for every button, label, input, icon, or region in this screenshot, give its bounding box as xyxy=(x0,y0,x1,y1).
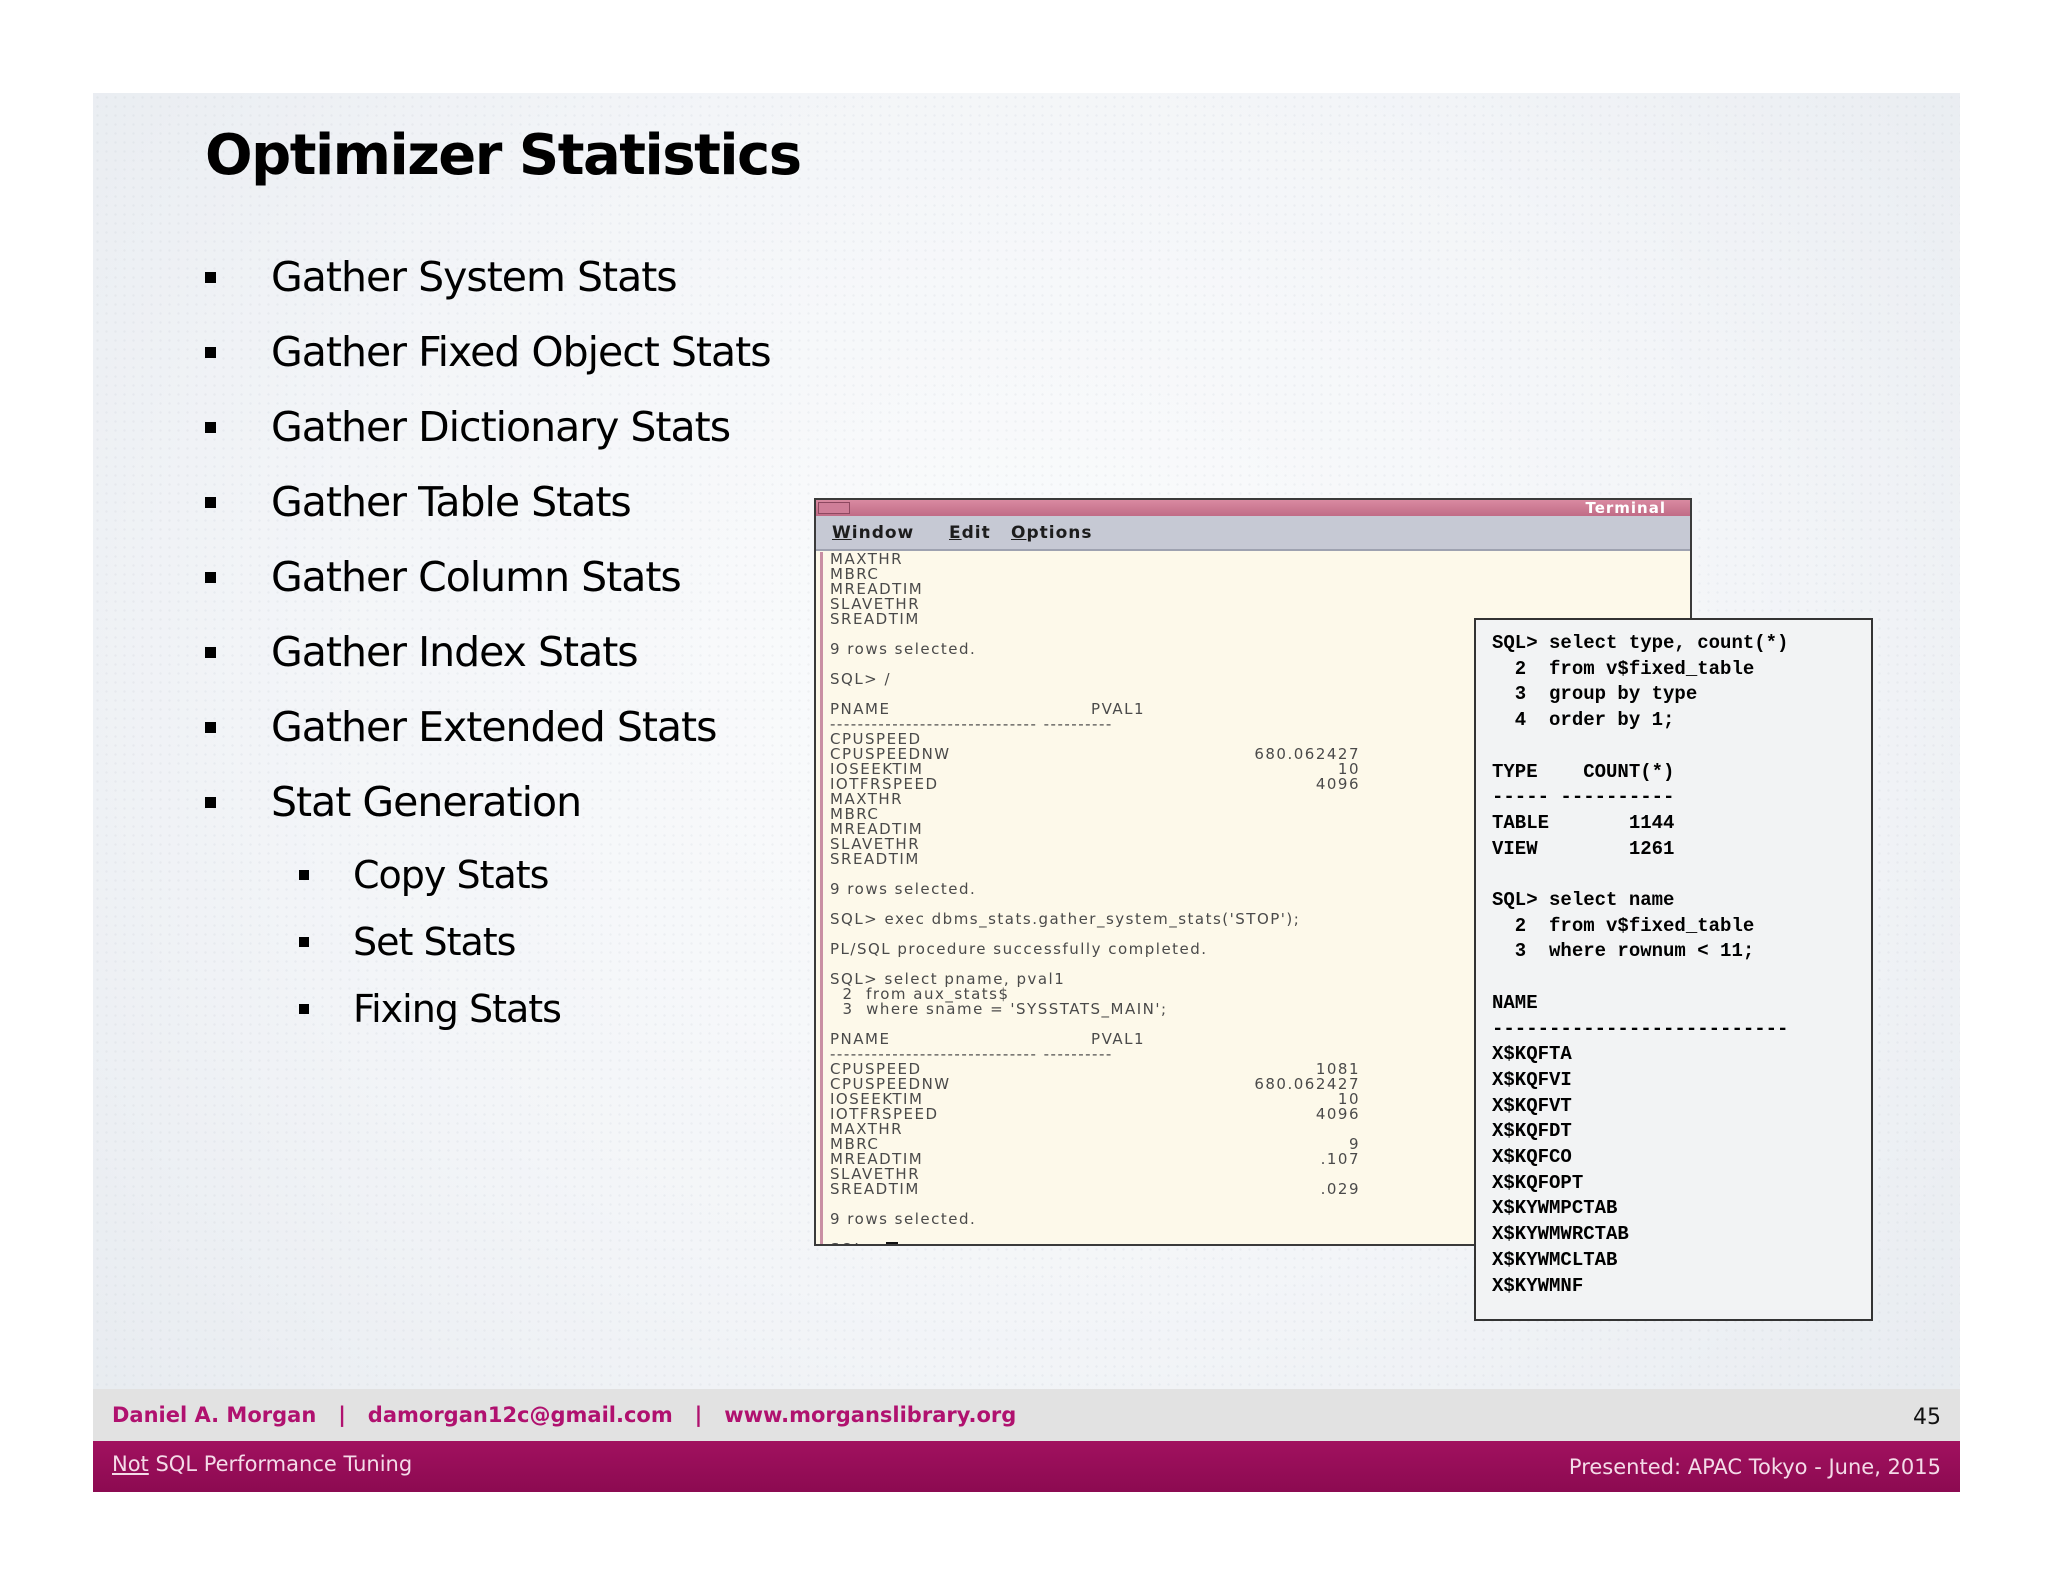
terminal-line-text: SQL> exec dbms_stats.gather_system_stats… xyxy=(830,910,1301,928)
bullet-square-icon xyxy=(205,572,216,583)
bullet-square-icon xyxy=(205,797,216,808)
slide: Optimizer Statistics Gather System Stats… xyxy=(93,93,1960,1492)
sql-panel-line: TABLE 1144 xyxy=(1492,811,1675,834)
terminal-line-text: SREADTIM xyxy=(830,1180,920,1198)
sql-panel-line: X$KYWMCLTAB xyxy=(1492,1248,1618,1271)
bullet-square-icon xyxy=(205,272,216,283)
bullet-text: Stat Generation xyxy=(271,778,582,826)
terminal-line-value: .029 xyxy=(1320,1180,1360,1198)
bullet-square-icon xyxy=(205,347,216,358)
terminal-line: SLAVETHR xyxy=(830,597,1690,612)
footer-info-bar: Daniel A. Morgan | damorgan12c@gmail.com… xyxy=(93,1389,1960,1441)
page-number: 45 xyxy=(1913,1405,1941,1430)
terminal-line-text: SREADTIM xyxy=(830,850,920,868)
sql-output-panel: SQL> select type, count(*) 2 from v$fixe… xyxy=(1474,618,1873,1321)
sql-panel-line: X$KQFDT xyxy=(1492,1120,1572,1143)
sql-panel-line: 2 from v$fixed_table xyxy=(1492,914,1755,937)
sql-panel-line: X$KQFVT xyxy=(1492,1094,1572,1117)
sql-panel-line: X$KQFTA xyxy=(1492,1043,1572,1066)
bullet-square-icon xyxy=(299,870,309,880)
sub-bullet-text: Copy Stats xyxy=(353,853,549,897)
bullet-square-icon xyxy=(205,722,216,733)
terminal-line-value: .107 xyxy=(1320,1150,1360,1168)
sql-panel-line xyxy=(1492,734,1871,760)
terminal-line-text: SQL> xyxy=(830,1240,878,1245)
terminal-line: MREADTIM xyxy=(830,582,1690,597)
sql-panel-line: TYPE COUNT(*) xyxy=(1492,760,1675,783)
sub-bullet-text: Fixing Stats xyxy=(353,987,562,1031)
bullet-text: Gather Column Stats xyxy=(271,553,682,601)
bullet-square-icon xyxy=(205,647,216,658)
sql-panel-line: X$KYWMWRCTAB xyxy=(1492,1223,1629,1246)
sql-panel-line: 4 order by 1; xyxy=(1492,709,1675,732)
bullet-square-icon xyxy=(299,937,309,947)
terminal-line: MAXTHR xyxy=(830,552,1690,567)
sub-bullet-text: Set Stats xyxy=(353,920,516,964)
footer-brand-bar: Not SQL Performance Tuning Presented: AP… xyxy=(93,1441,1960,1492)
slide-title: Optimizer Statistics xyxy=(205,123,802,188)
terminal-line-text: SREADTIM xyxy=(830,610,920,628)
bullet-square-icon xyxy=(299,1004,309,1014)
sql-panel-line: 3 group by type xyxy=(1492,683,1698,706)
sql-panel-line: X$KYWMPCTAB xyxy=(1492,1197,1618,1220)
course-title: Not SQL Performance Tuning xyxy=(112,1452,412,1476)
bullet-square-icon xyxy=(205,422,216,433)
sql-panel-line: 3 where rownum < 11; xyxy=(1492,940,1755,963)
sql-panel-line xyxy=(1492,965,1871,991)
menu-edit[interactable]: Edit xyxy=(949,523,991,543)
sql-panel-line: -------------------------- xyxy=(1492,1017,1789,1040)
terminal-line-text: SQL> / xyxy=(830,670,892,688)
terminal-line-value: 4096 xyxy=(1315,1105,1360,1123)
sql-panel-line: X$KQFVI xyxy=(1492,1068,1572,1091)
menu-options[interactable]: Options xyxy=(1011,523,1092,543)
terminal-line-value: 4096 xyxy=(1315,775,1360,793)
presented-info: Presented: APAC Tokyo - June, 2015 xyxy=(1568,1455,1941,1479)
course-title-not: Not xyxy=(112,1452,149,1476)
sql-panel-line: X$KQFCO xyxy=(1492,1146,1572,1169)
window-menu-button[interactable] xyxy=(818,502,850,514)
bullet-text: Gather Table Stats xyxy=(271,478,632,526)
terminal-line-text: 9 rows selected. xyxy=(830,640,977,658)
bullet-text: Gather Dictionary Stats xyxy=(271,403,731,451)
sql-panel-line xyxy=(1492,862,1871,888)
course-title-rest: SQL Performance Tuning xyxy=(148,1452,413,1476)
author-contact: Daniel A. Morgan | damorgan12c@gmail.com… xyxy=(112,1403,1017,1427)
sql-panel-line: X$KQFOPT xyxy=(1492,1171,1584,1194)
terminal-cursor xyxy=(886,1242,899,1244)
sql-panel-line: VIEW 1261 xyxy=(1492,837,1675,860)
menu-window[interactable]: Window xyxy=(832,523,914,543)
terminal-line-text: PL/SQL procedure successfully completed. xyxy=(830,940,1208,958)
bullet-square-icon xyxy=(205,497,216,508)
bullet-text: Gather Fixed Object Stats xyxy=(271,328,772,376)
bullet-text: Gather Extended Stats xyxy=(271,703,717,751)
sql-panel-line: ----- ---------- xyxy=(1492,786,1675,809)
bullet-text: Gather Index Stats xyxy=(271,628,639,676)
sql-panel-line: X$KYWMNF xyxy=(1492,1274,1584,1297)
terminal-line-text: 3 where sname = 'SYSSTATS_MAIN'; xyxy=(830,1000,1168,1018)
terminal-line-text: 9 rows selected. xyxy=(830,1210,977,1228)
terminal-line: MBRC xyxy=(830,567,1690,582)
sql-panel-line: 2 from v$fixed_table xyxy=(1492,657,1755,680)
sql-panel-line: SQL> select name xyxy=(1492,889,1675,912)
sql-panel-line: NAME xyxy=(1492,991,1538,1014)
terminal-titlebar: Terminal xyxy=(816,499,1690,517)
sql-panel-line: SQL> select type, count(*) xyxy=(1492,632,1789,654)
terminal-title: Terminal xyxy=(1585,499,1666,517)
bullet-text: Gather System Stats xyxy=(271,253,678,301)
terminal-line-text: 9 rows selected. xyxy=(830,880,977,898)
terminal-menubar: Window Edit Options xyxy=(816,516,1690,551)
